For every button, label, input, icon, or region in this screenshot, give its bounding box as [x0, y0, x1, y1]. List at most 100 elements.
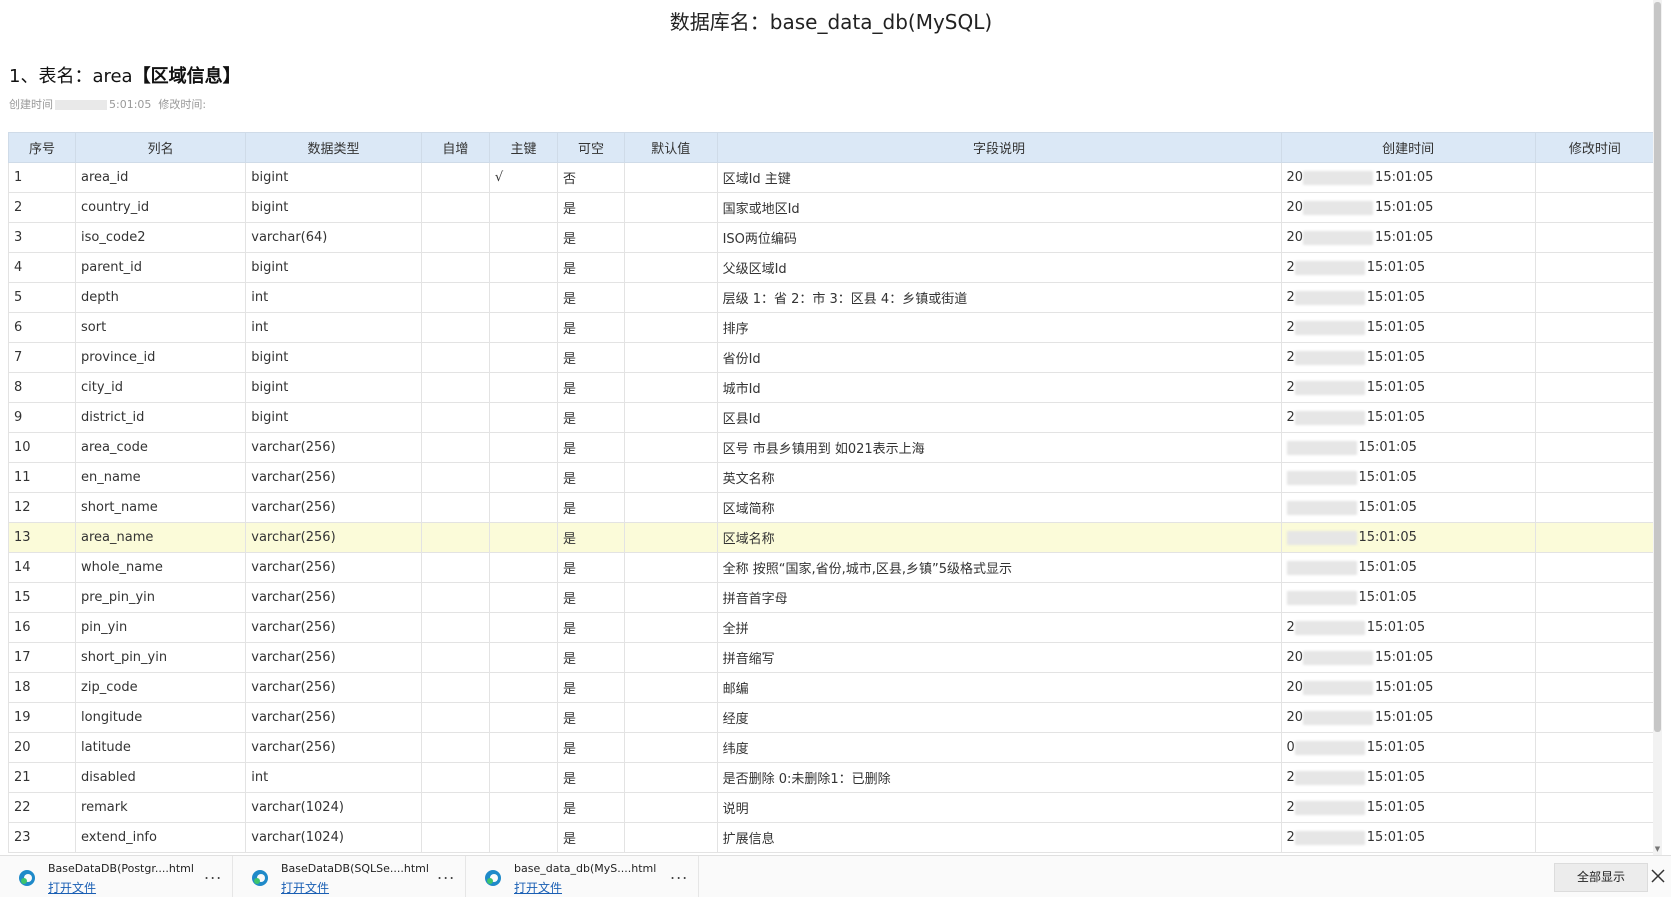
cell-primary-key [488, 372, 559, 403]
cell-column-name: short_pin_yin [75, 642, 247, 673]
cell-auto-increment [420, 252, 490, 283]
download-item[interactable]: BaseDataDB(SQLSe....html 打开文件 ... [233, 856, 466, 897]
header-data-type[interactable]: 数据类型 [245, 132, 422, 163]
table-row[interactable]: 21 disabled int 是 是否删除 0:未删除1：已删除 2 15:01:05 [7, 762, 1656, 793]
cell-description: 父级区域Id [716, 252, 1282, 283]
header-nullable[interactable]: 可空 [556, 132, 626, 163]
cell-default [624, 462, 718, 493]
cell-column-name: city_id [75, 372, 247, 403]
table-row[interactable]: 13 area_name varchar(256) 是 区域名称 15:01:05 [7, 522, 1656, 553]
cell-default [624, 342, 718, 373]
download-item[interactable]: BaseDataDB(Postgr....html 打开文件 ... [0, 856, 233, 897]
created-time-tail: 15:01:05 [1358, 590, 1417, 605]
table-row[interactable]: 2 country_id bigint 是 国家或地区Id 20 15:01:05 [7, 192, 1656, 223]
table-row[interactable]: 4 parent_id bigint 是 父级区域Id 2 15:01:05 [7, 252, 1656, 283]
created-time-visible-head: 20 [1286, 710, 1304, 725]
created-time-visible-head: 20 [1286, 680, 1304, 695]
open-file-link[interactable]: 打开文件 [514, 879, 562, 896]
cell-default [624, 822, 718, 853]
more-options-icon[interactable]: ... [670, 864, 688, 883]
show-all-button[interactable]: 全部显示 [1554, 863, 1648, 892]
created-time-visible-head: 2 [1286, 620, 1295, 635]
header-description[interactable]: 字段说明 [716, 132, 1282, 163]
redacted-date [1294, 350, 1365, 365]
edge-icon [252, 870, 268, 886]
redacted-date [1303, 650, 1374, 665]
cell-auto-increment [420, 702, 490, 733]
cell-modified-time [1534, 822, 1656, 853]
header-no[interactable]: 序号 [7, 132, 77, 163]
cell-no: 15 [7, 582, 77, 613]
table-row[interactable]: 16 pin_yin varchar(256) 是 全拼 2 15:01:05 [7, 612, 1656, 643]
cell-no: 21 [7, 762, 77, 793]
cell-column-name: whole_name [75, 552, 247, 583]
table-row[interactable]: 17 short_pin_yin varchar(256) 是 拼音缩写 20 15:01:… [7, 642, 1656, 673]
table-row[interactable]: 5 depth int 是 层级 1：省 2：市 3：区县 4：乡镇或街道 2 15:01:… [7, 282, 1656, 313]
cell-auto-increment [420, 282, 490, 313]
table-row[interactable]: 22 remark varchar(1024) 是 说明 2 15:01:05 [7, 792, 1656, 823]
cell-no: 20 [7, 732, 77, 763]
cell-primary-key [488, 342, 559, 373]
cell-data-type: varchar(256) [245, 582, 422, 613]
open-file-link[interactable]: 打开文件 [281, 879, 329, 896]
cell-description: 拼音缩写 [716, 642, 1282, 673]
cell-modified-time [1534, 342, 1656, 373]
cell-modified-time [1534, 192, 1656, 223]
cell-description: 排序 [716, 312, 1282, 343]
close-icon[interactable] [1649, 867, 1667, 885]
more-options-icon[interactable]: ... [204, 864, 222, 883]
cell-data-type: varchar(64) [245, 222, 422, 253]
header-modified-time[interactable]: 修改时间 [1534, 132, 1656, 163]
table-row[interactable]: 12 short_name varchar(256) 是 区域简称 15:01:05 [7, 492, 1656, 523]
table-row[interactable]: 9 district_id bigint 是 区县Id 2 15:01:05 [7, 402, 1656, 433]
cell-default [624, 432, 718, 463]
cell-primary-key [488, 732, 559, 763]
cell-no: 1 [7, 162, 77, 193]
scroll-thumb[interactable] [1654, 2, 1661, 732]
cell-description: 是否删除 0:未删除1：已删除 [716, 762, 1282, 793]
vertical-scrollbar[interactable]: ▼ [1653, 0, 1662, 855]
cell-no: 18 [7, 672, 77, 703]
table-row[interactable]: 3 iso_code2 varchar(64) 是 ISO两位编码 20 15:01:05 [7, 222, 1656, 253]
open-file-link[interactable]: 打开文件 [48, 879, 96, 896]
cell-default [624, 522, 718, 553]
created-time-tail: 15:01:05 [1366, 410, 1426, 425]
table-row[interactable]: 11 en_name varchar(256) 是 英文名称 15:01:05 [7, 462, 1656, 493]
header-default[interactable]: 默认值 [624, 132, 718, 163]
created-time-tail: 15:01:05 [1375, 680, 1434, 695]
table-row[interactable]: 8 city_id bigint 是 城市Id 2 15:01:05 [7, 372, 1656, 403]
header-created-time[interactable]: 创建时间 [1280, 132, 1536, 163]
created-time-tail: 15:01:05 [1366, 260, 1426, 275]
table-row[interactable]: 15 pre_pin_yin varchar(256) 是 拼音首字母 15:01:05 [7, 582, 1656, 613]
table-row[interactable]: 7 province_id bigint 是 省份Id 2 15:01:05 [7, 342, 1656, 373]
created-time-tail: 15:01:05 [1375, 650, 1434, 665]
table-row[interactable]: 1 area_id bigint √ 否 区域Id 主键 20 15:01:05 [7, 162, 1656, 193]
created-time-visible-head: 20 [1286, 650, 1304, 665]
cell-primary-key [488, 822, 559, 853]
table-row[interactable]: 20 latitude varchar(256) 是 纬度 0 15:01:05 [7, 732, 1656, 763]
header-column-name[interactable]: 列名 [75, 132, 247, 163]
download-item[interactable]: base_data_db(MyS....html 打开文件 ... [466, 856, 699, 897]
created-time-tail: 15:01:05 [1358, 470, 1417, 485]
cell-default [624, 672, 718, 703]
table-row[interactable]: 19 longitude varchar(256) 是 经度 20 15:01:05 [7, 702, 1656, 733]
table-row[interactable]: 10 area_code varchar(256) 是 区号 市县乡镇用到 如021表示… [7, 432, 1656, 463]
header-primary-key[interactable]: 主键 [488, 132, 559, 163]
cell-auto-increment [420, 612, 490, 643]
cell-column-name: pin_yin [75, 612, 247, 643]
cell-default [624, 192, 718, 223]
more-options-icon[interactable]: ... [437, 864, 455, 883]
cell-column-name: province_id [75, 342, 247, 373]
cell-description: 区域名称 [716, 522, 1282, 553]
table-row[interactable]: 14 whole_name varchar(256) 是 全称 按照“国家,省份,城市,… [7, 552, 1656, 583]
scroll-down-icon[interactable]: ▼ [1654, 845, 1661, 853]
cell-no: 12 [7, 492, 77, 523]
cell-data-type: varchar(1024) [245, 792, 422, 823]
table-row[interactable]: 23 extend_info varchar(1024) 是 扩展信息 2 15:01:05 [7, 822, 1656, 853]
header-auto-increment[interactable]: 自增 [420, 132, 490, 163]
table-row[interactable]: 18 zip_code varchar(256) 是 邮编 20 15:01:05 [7, 672, 1656, 703]
cell-created-time: 2 15:01:05 [1280, 402, 1536, 433]
cell-column-name: area_name [75, 522, 247, 553]
table-row[interactable]: 6 sort int 是 排序 2 15:01:05 [7, 312, 1656, 343]
cell-column-name: pre_pin_yin [75, 582, 247, 613]
